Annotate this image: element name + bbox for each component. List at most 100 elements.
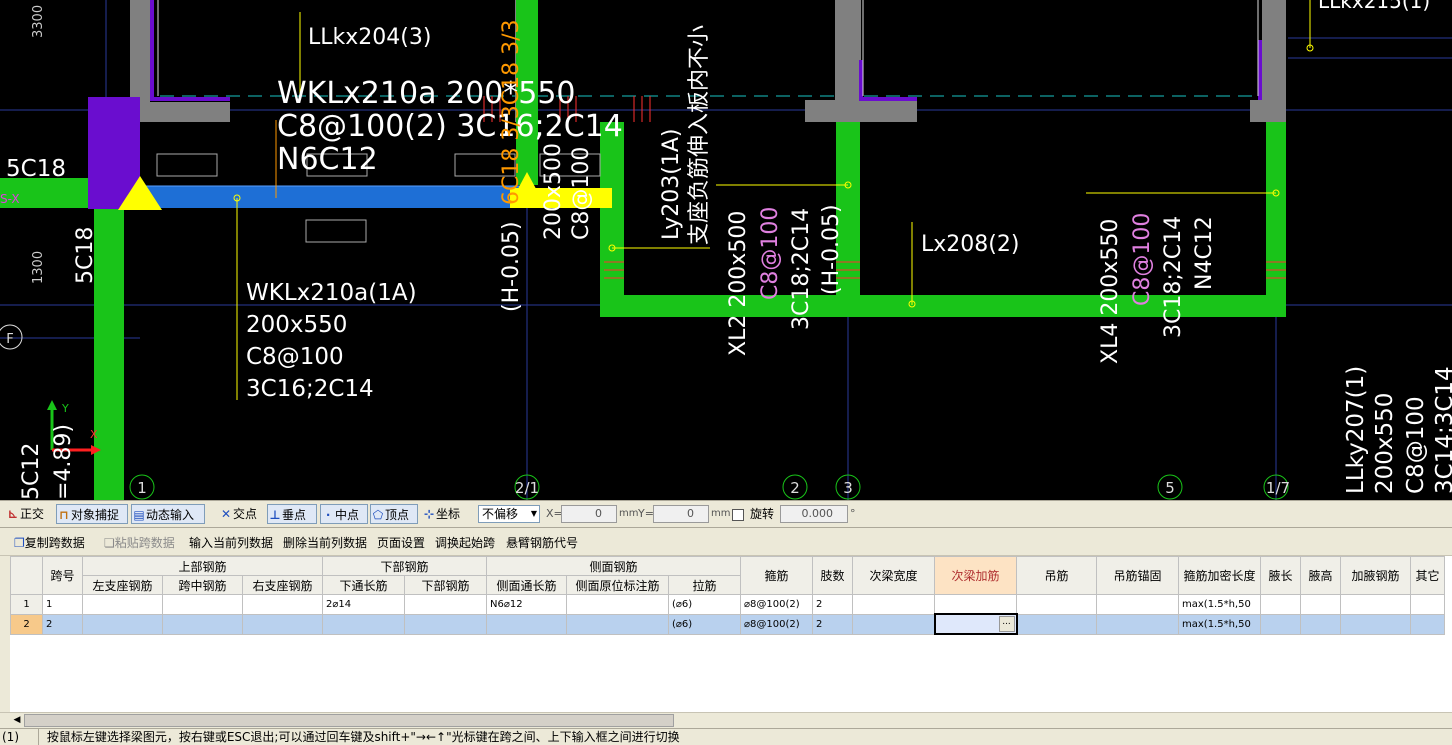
beam-label: 200x550 xyxy=(246,312,347,338)
status-message: 按鼠标左键选择梁图元，按右键或ESC退出;可以通过回车键及shift+"→←↑"… xyxy=(46,730,680,744)
col-header-haunch-height[interactable]: 腋高 xyxy=(1300,556,1341,595)
cell-haunch-height[interactable] xyxy=(1300,594,1341,615)
ucs-x-label: X xyxy=(90,428,98,441)
cell-stirrup[interactable]: ⌀8@100(2) xyxy=(740,594,813,615)
cell-bottom-through[interactable]: 2⌀14 xyxy=(322,594,405,615)
cell-tie[interactable]: (⌀6) xyxy=(668,594,741,615)
cell-other[interactable] xyxy=(1410,613,1445,635)
cell-other[interactable] xyxy=(1410,594,1445,615)
cell-right-support[interactable] xyxy=(242,594,323,615)
col-header-hanger[interactable]: 吊筋 xyxy=(1016,556,1097,595)
col-header-left-support[interactable]: 左支座钢筋 xyxy=(82,575,163,595)
cell-tie[interactable]: (⌀6) xyxy=(668,613,741,635)
horizontal-scrollbar[interactable]: ◀ xyxy=(0,712,1452,729)
cad-drawing-canvas[interactable]: 1 2/1 2 3 5 1/7 F LLkx204(3) WKLx210a 20… xyxy=(0,0,1452,500)
cell-side-through[interactable] xyxy=(486,613,567,635)
beam-vertical[interactable] xyxy=(600,122,624,317)
cell-side-through[interactable]: N6⌀12 xyxy=(486,594,567,615)
cell-legs[interactable]: 2 xyxy=(812,613,853,635)
cell-left-support[interactable] xyxy=(82,613,163,635)
col-header-secondary-add[interactable]: 次梁加筋 xyxy=(934,556,1017,595)
row-index[interactable]: 2 xyxy=(10,613,43,635)
cell-haunch-length[interactable] xyxy=(1260,613,1301,635)
row-index[interactable]: 1 xyxy=(10,594,43,615)
copy-icon: ❐ xyxy=(14,536,25,550)
cell-haunch-length[interactable] xyxy=(1260,594,1301,615)
cantilever-code-button[interactable]: 悬臂钢筋代号 xyxy=(506,534,578,551)
col-header-legs[interactable]: 肢数 xyxy=(812,556,853,595)
ortho-icon: ⊾ xyxy=(7,507,19,521)
cell-bottom-bar[interactable] xyxy=(404,594,487,615)
col-header-side-through[interactable]: 侧面通长筋 xyxy=(486,575,567,595)
col-header-haunch-length[interactable]: 腋长 xyxy=(1260,556,1301,595)
col-header-side-original[interactable]: 侧面原位标注筋 xyxy=(566,575,669,595)
offset-mode-select[interactable]: 不偏移 ▼ xyxy=(478,505,540,523)
col-header-mid-span[interactable]: 跨中钢筋 xyxy=(162,575,243,595)
cell-left-support[interactable] xyxy=(82,594,163,615)
cell-mid-span[interactable] xyxy=(162,594,243,615)
y-offset-input[interactable]: 0 xyxy=(653,505,709,523)
x-offset-input[interactable]: 0 xyxy=(561,505,617,523)
cell-legs[interactable]: 2 xyxy=(812,594,853,615)
perpendicular-snap[interactable]: ⊥ 垂点 xyxy=(267,504,317,524)
col-header-bottom-through[interactable]: 下通长筋 xyxy=(322,575,405,595)
cell-haunch-bar[interactable] xyxy=(1340,613,1411,635)
paste-span-button[interactable]: ❏粘贴跨数据 xyxy=(104,534,175,551)
col-header-right-support[interactable]: 右支座钢筋 xyxy=(242,575,323,595)
cell-dense-length[interactable]: max(1.5*h,50 xyxy=(1178,594,1261,615)
cell-span[interactable]: 1 xyxy=(42,594,83,615)
beam-label: 5C18 xyxy=(6,156,66,182)
cell-bottom-bar[interactable] xyxy=(404,613,487,635)
cell-stirrup[interactable]: ⌀8@100(2) xyxy=(740,613,813,635)
beam-vertical[interactable] xyxy=(1266,122,1286,317)
cell-right-support[interactable] xyxy=(242,613,323,635)
selected-beam[interactable] xyxy=(140,186,520,208)
col-header-hanger-anchor[interactable]: 吊筋锚固 xyxy=(1096,556,1179,595)
cad-drawing[interactable]: 1 2/1 2 3 5 1/7 F LLkx204(3) WKLx210a 20… xyxy=(0,0,1452,500)
midpoint-snap[interactable]: ⋅ 中点 xyxy=(320,504,368,524)
copy-span-button[interactable]: ❐复制跨数据 xyxy=(14,534,85,551)
cell-hanger-anchor[interactable] xyxy=(1096,613,1179,635)
ellipsis-button[interactable]: ... xyxy=(998,616,1015,632)
vertex-snap[interactable]: ⬠ 顶点 xyxy=(370,504,418,524)
cell-mid-span[interactable] xyxy=(162,613,243,635)
cell-side-original[interactable] xyxy=(566,594,669,615)
cell-bottom-through[interactable] xyxy=(322,613,405,635)
scroll-left-icon[interactable]: ◀ xyxy=(10,714,24,727)
cell-secondary-width[interactable] xyxy=(852,594,935,615)
intersect-snap[interactable]: ✕ 交点 xyxy=(219,504,257,524)
col-header-tie[interactable]: 拉筋 xyxy=(668,575,741,595)
col-header-span[interactable]: 跨号 xyxy=(42,556,83,595)
rotate-checkbox[interactable]: 旋转 xyxy=(732,504,774,524)
table-row-selected[interactable]: 2 2 (⌀6) ⌀8@100(2) 2 ... max(1.5*h,50 xyxy=(10,613,1445,635)
ortho-toggle[interactable]: ⊾ 正交 xyxy=(6,504,44,524)
page-setup-button[interactable]: 页面设置 xyxy=(377,534,425,551)
table-row[interactable]: 1 1 2⌀14 N6⌀12 (⌀6) ⌀8@100(2) 2 max(1.5*… xyxy=(10,594,1445,615)
col-header-other[interactable]: 其它 xyxy=(1410,556,1445,595)
cell-secondary-width[interactable] xyxy=(852,613,935,635)
col-header-bottom-bar[interactable]: 下部钢筋 xyxy=(404,575,487,595)
col-header-stirrup[interactable]: 箍筋 xyxy=(740,556,813,595)
col-header-haunch-bar[interactable]: 加腋钢筋 xyxy=(1340,556,1411,595)
input-column-button[interactable]: 输入当前列数据 xyxy=(189,534,273,551)
cell-haunch-height[interactable] xyxy=(1300,613,1341,635)
scroll-thumb[interactable] xyxy=(24,714,674,727)
col-header-secondary-width[interactable]: 次梁宽度 xyxy=(852,556,935,595)
swap-start-span-button[interactable]: 调换起始跨 xyxy=(435,534,495,551)
cell-secondary-add[interactable] xyxy=(934,594,1017,615)
cell-hanger-anchor[interactable] xyxy=(1096,594,1179,615)
rotate-angle-input[interactable]: 0.000 xyxy=(780,505,848,523)
cell-hanger[interactable] xyxy=(1016,613,1097,635)
cell-hanger[interactable] xyxy=(1016,594,1097,615)
object-snap-toggle[interactable]: ⊓ 对象捕捉 xyxy=(56,504,128,524)
coordinate-snap[interactable]: ⊹ 坐标 xyxy=(422,504,460,524)
col-header-dense-length[interactable]: 箍筋加密长度 xyxy=(1178,556,1261,595)
delete-column-button[interactable]: 删除当前列数据 xyxy=(283,534,367,551)
dynamic-input-toggle[interactable]: ▤动态输入 xyxy=(131,504,205,524)
beam-vertical[interactable] xyxy=(94,200,124,500)
cell-haunch-bar[interactable] xyxy=(1340,594,1411,615)
cell-dense-length[interactable]: max(1.5*h,50 xyxy=(1178,613,1261,635)
cell-span[interactable]: 2 xyxy=(42,613,83,635)
cell-side-original[interactable] xyxy=(566,613,669,635)
cell-secondary-add-editing[interactable]: ... xyxy=(933,613,1018,635)
